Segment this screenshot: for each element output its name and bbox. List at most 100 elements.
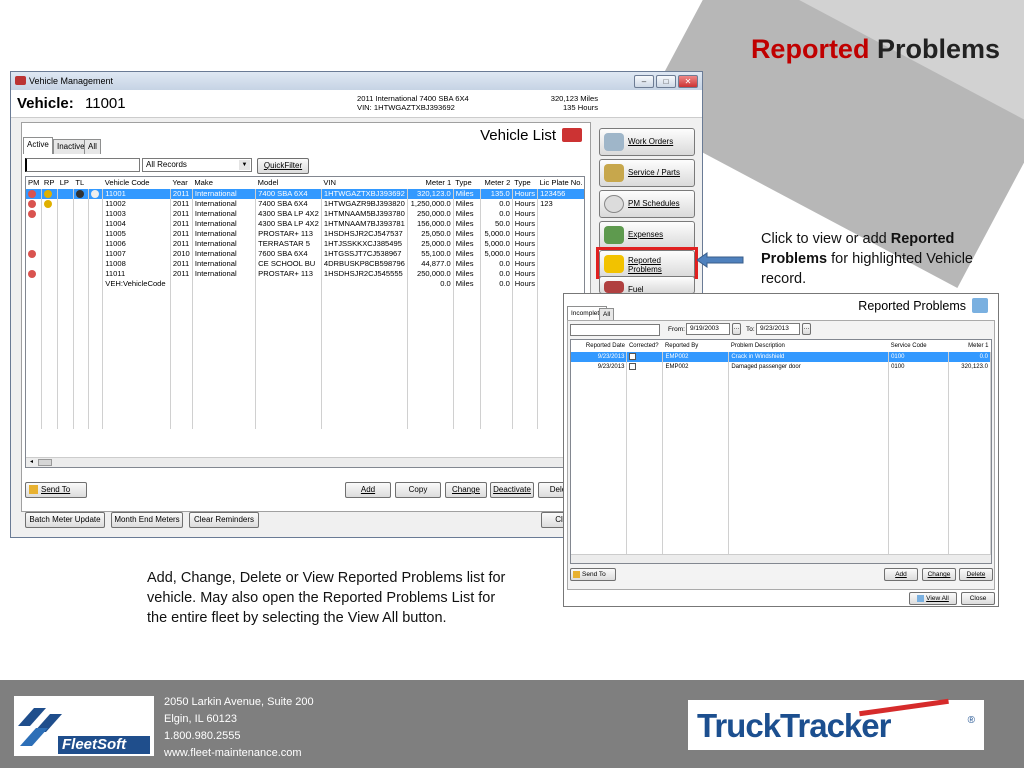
table-row[interactable]: 11011 2011 International PROSTAR+ 113 1HSDHS… bbox=[26, 269, 584, 279]
col-meter1[interactable]: Meter 1 bbox=[407, 177, 453, 189]
scroll-left-arrow[interactable]: ◂ bbox=[27, 458, 36, 467]
rp-view-all-button[interactable]: View All bbox=[909, 592, 957, 605]
rp-col-reported-by[interactable]: Reported By bbox=[663, 340, 729, 352]
deactivate-button[interactable]: Deactivate bbox=[490, 482, 534, 498]
nav-fuel[interactable]: Fuel bbox=[599, 276, 695, 294]
website-link[interactable]: www.fleet-maintenance.com bbox=[164, 745, 314, 762]
col-type2[interactable]: Type bbox=[512, 177, 537, 189]
window-titlebar: Vehicle Management – □ ✕ bbox=[11, 72, 702, 90]
rp-send-to-icon bbox=[573, 570, 580, 578]
horizontal-scrollbar[interactable]: ◂ bbox=[26, 457, 584, 467]
tab-active[interactable]: Active bbox=[23, 137, 53, 154]
nav-expenses[interactable]: Expenses bbox=[599, 221, 695, 249]
quickfilter-button[interactable]: QuickFilter bbox=[257, 158, 309, 174]
col-pm[interactable]: PM bbox=[26, 177, 42, 189]
cell-m2: 0.0 bbox=[480, 269, 513, 279]
fuel-pump-icon bbox=[604, 281, 624, 293]
rp-delete-button[interactable]: Delete bbox=[959, 568, 993, 581]
cell-year: 2010 bbox=[170, 249, 193, 259]
table-row[interactable]: 11005 2011 International PROSTAR+ 113 1HSDHS… bbox=[26, 229, 584, 239]
cell-t1: Miles bbox=[453, 199, 482, 209]
col-flag[interactable] bbox=[89, 177, 103, 189]
cell-t2: Hours bbox=[512, 259, 539, 269]
month-end-meters-button[interactable]: Month End Meters bbox=[111, 512, 183, 528]
rp-search-input[interactable] bbox=[570, 324, 660, 336]
rp-from-calendar-button[interactable]: … bbox=[732, 323, 741, 335]
col-model[interactable]: Model bbox=[256, 177, 322, 189]
col-vehicle-code[interactable]: Vehicle Code bbox=[103, 177, 171, 189]
table-row[interactable]: 11006 2011 International TERRASTAR 5 1HTJSSK… bbox=[26, 239, 584, 249]
corrected-checkbox[interactable] bbox=[629, 362, 637, 370]
trucktracker-logo: TruckTracker ® bbox=[688, 698, 984, 750]
cell-t2: Hours bbox=[512, 209, 539, 219]
rp-table-row[interactable]: 9/23/2013 EMP002 Crack in Windshield 0100 0.… bbox=[571, 352, 991, 362]
search-input[interactable] bbox=[25, 158, 140, 172]
rp-add-button[interactable]: Add bbox=[884, 568, 918, 581]
rp-col-service-code[interactable]: Service Code bbox=[889, 340, 949, 352]
add-button[interactable]: Add bbox=[345, 482, 391, 498]
table-row[interactable]: 11008 2011 International CE SCHOOL BU 4DRBUS… bbox=[26, 259, 584, 269]
cell-m2: 5,000.0 bbox=[480, 249, 513, 259]
col-make[interactable]: Make bbox=[192, 177, 255, 189]
table-row[interactable]: 11001 2011 International 7400 SBA 6X4 1HTWGA… bbox=[26, 189, 584, 199]
cell-m1: 0.0 bbox=[407, 279, 454, 289]
rp-change-button[interactable]: Change bbox=[922, 568, 956, 581]
rp-table-row[interactable]: 9/23/2013 EMP002 Damaged passenger door 010… bbox=[571, 362, 991, 372]
rp-cell-date: 9/23/2013 bbox=[571, 362, 628, 372]
rp-cell-date: 9/23/2013 bbox=[571, 352, 628, 362]
rp-view-all-icon bbox=[917, 594, 925, 602]
cell-t2: Hours bbox=[512, 279, 539, 289]
col-lp[interactable]: LP bbox=[58, 177, 74, 189]
scroll-thumb[interactable] bbox=[38, 459, 52, 466]
note-icon bbox=[91, 190, 100, 198]
batch-meter-update-button[interactable]: Batch Meter Update bbox=[25, 512, 105, 528]
change-button[interactable]: Change bbox=[445, 482, 487, 498]
col-vin[interactable]: VIN bbox=[321, 177, 407, 189]
tab-all[interactable]: All bbox=[84, 139, 101, 154]
rp-empty-row bbox=[571, 532, 991, 542]
rp-close-button[interactable]: Close bbox=[961, 592, 995, 605]
rp-col-description[interactable]: Problem Description bbox=[729, 340, 889, 352]
cell-m1: 25,050.0 bbox=[407, 229, 454, 239]
clear-reminders-button[interactable]: Clear Reminders bbox=[189, 512, 259, 528]
rp-send-to-button[interactable]: Send To bbox=[570, 568, 616, 581]
send-to-button[interactable]: Send To bbox=[25, 482, 87, 498]
cell-m2: 0.0 bbox=[480, 209, 513, 219]
col-plate[interactable]: Lic Plate No. bbox=[538, 177, 584, 189]
col-type1[interactable]: Type bbox=[453, 177, 480, 189]
rp-col-meter1[interactable]: Meter 1 bbox=[949, 340, 991, 352]
col-meter2[interactable]: Meter 2 bbox=[481, 177, 513, 189]
nav-pm-schedules[interactable]: PM Schedules bbox=[599, 190, 695, 218]
vehicle-description: 2011 International 7400 SBA 6X4 bbox=[357, 94, 469, 103]
maximize-button[interactable]: □ bbox=[656, 75, 676, 88]
table-row[interactable]: VEH:VehicleCode 0.0 Miles 0.0 Hours bbox=[26, 279, 584, 289]
nav-reported-problems[interactable]: Reported Problems bbox=[599, 250, 695, 278]
cell-m1: 156,000.0 bbox=[407, 219, 454, 229]
rp-from-date[interactable]: 9/19/2003 bbox=[686, 323, 730, 335]
nav-work-orders[interactable]: Work Orders bbox=[599, 128, 695, 156]
close-window-button[interactable]: ✕ bbox=[678, 75, 698, 88]
filter-select[interactable]: All Records ▼ bbox=[142, 158, 252, 172]
money-icon bbox=[604, 226, 624, 244]
rp-to-calendar-button[interactable]: … bbox=[802, 323, 811, 335]
rp-horizontal-scrollbar[interactable] bbox=[571, 554, 991, 563]
col-rp[interactable]: RP bbox=[42, 177, 58, 189]
table-row[interactable]: 11002 2011 International 7400 SBA 6X4 1HTWGA… bbox=[26, 199, 584, 209]
vehicle-header: Vehicle: 11001 2011 International 7400 S… bbox=[11, 90, 702, 118]
rp-to-date[interactable]: 9/23/2013 bbox=[756, 323, 800, 335]
table-row[interactable]: 11003 2011 International 4300 SBA LP 4X2 1HT… bbox=[26, 209, 584, 219]
table-row[interactable]: 11004 2011 International 4300 SBA LP 4X2 1HT… bbox=[26, 219, 584, 229]
rp-tab-all[interactable]: All bbox=[599, 308, 615, 320]
vehicle-miles: 320,123 Miles bbox=[550, 94, 598, 103]
copy-button[interactable]: Copy bbox=[395, 482, 441, 498]
col-year[interactable]: Year bbox=[170, 177, 192, 189]
cell-t1: Miles bbox=[453, 209, 482, 219]
table-row[interactable]: 11007 2010 International 7600 SBA 6X4 1HTGSS… bbox=[26, 249, 584, 259]
nav-service-parts[interactable]: Service / Parts bbox=[599, 159, 695, 187]
vehicle-code: 11001 bbox=[85, 95, 126, 112]
rp-col-date[interactable]: Reported Date bbox=[571, 340, 627, 352]
corrected-checkbox[interactable] bbox=[629, 352, 637, 360]
rp-col-corrected[interactable]: Corrected? bbox=[627, 340, 663, 352]
minimize-button[interactable]: – bbox=[634, 75, 654, 88]
col-tl[interactable]: TL bbox=[73, 177, 89, 189]
